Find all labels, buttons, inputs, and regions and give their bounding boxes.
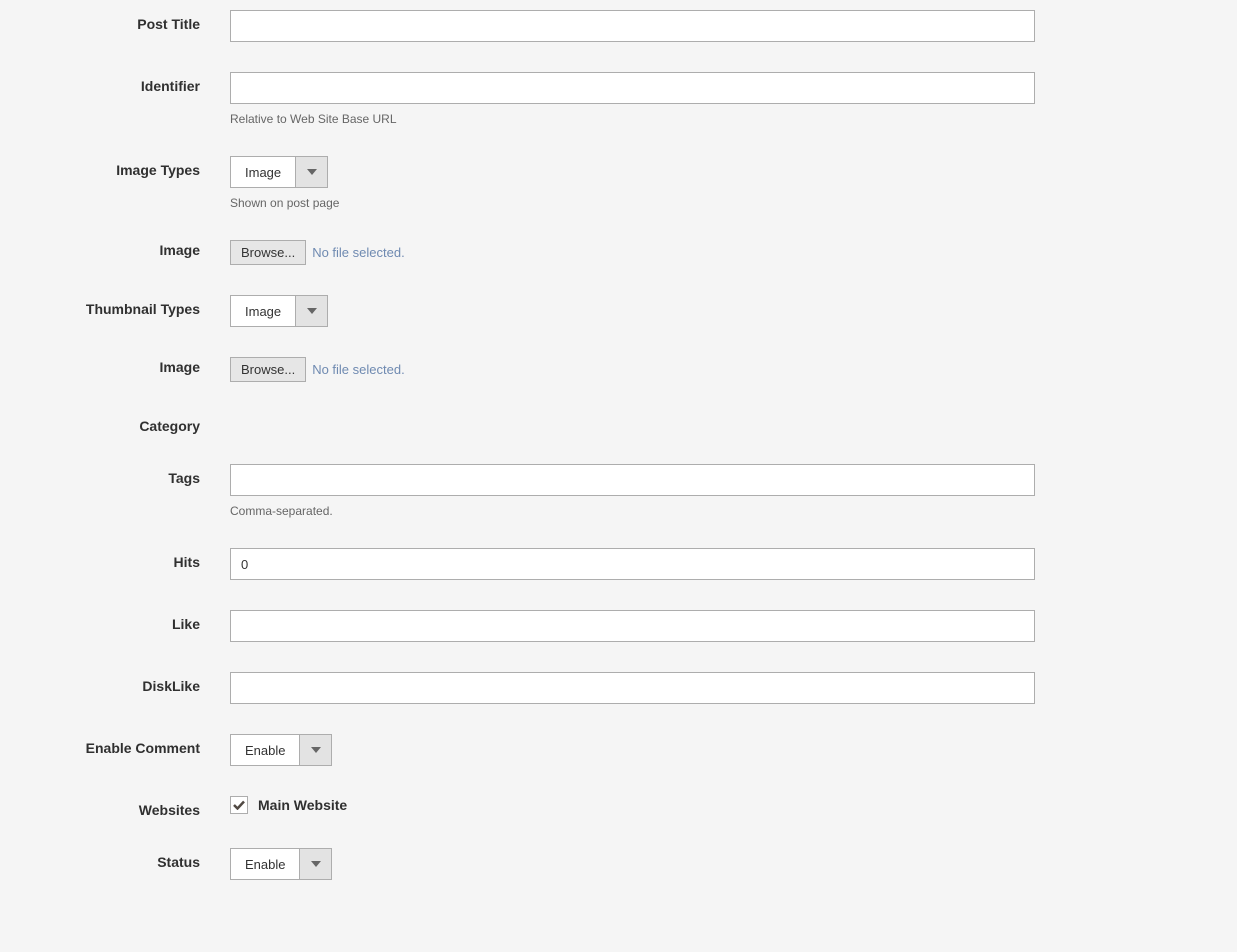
dislike-label: DiskLike (30, 672, 230, 694)
chevron-down-icon (295, 296, 327, 326)
tags-label: Tags (30, 464, 230, 486)
image-types-value: Image (231, 157, 295, 187)
thumbnail-browse-button[interactable]: Browse... (230, 357, 306, 382)
image-label: Image (30, 240, 230, 258)
thumbnail-types-value: Image (231, 296, 295, 326)
checkmark-icon (233, 800, 245, 810)
hits-label: Hits (30, 548, 230, 570)
like-input[interactable] (230, 610, 1035, 642)
tags-help: Comma-separated. (230, 504, 1035, 518)
thumbnail-file-status: No file selected. (312, 362, 405, 377)
category-label: Category (30, 412, 230, 434)
enable-comment-select[interactable]: Enable (230, 734, 332, 766)
post-title-input[interactable] (230, 10, 1035, 42)
image-browse-button[interactable]: Browse... (230, 240, 306, 265)
enable-comment-label: Enable Comment (30, 734, 230, 756)
thumbnail-types-label: Thumbnail Types (30, 295, 230, 317)
image-file-status: No file selected. (312, 245, 405, 260)
dislike-input[interactable] (230, 672, 1035, 704)
thumbnail-types-select[interactable]: Image (230, 295, 328, 327)
image-types-help: Shown on post page (230, 196, 1035, 210)
status-value: Enable (231, 849, 299, 879)
chevron-down-icon (299, 735, 331, 765)
hits-input[interactable] (230, 548, 1035, 580)
main-website-checkbox[interactable] (230, 796, 248, 814)
status-label: Status (30, 848, 230, 870)
thumbnail-image-label: Image (30, 357, 230, 375)
like-label: Like (30, 610, 230, 632)
enable-comment-value: Enable (231, 735, 299, 765)
post-title-label: Post Title (30, 10, 230, 32)
image-types-select[interactable]: Image (230, 156, 328, 188)
identifier-label: Identifier (30, 72, 230, 94)
chevron-down-icon (295, 157, 327, 187)
main-website-label: Main Website (258, 797, 347, 813)
chevron-down-icon (299, 849, 331, 879)
websites-label: Websites (30, 796, 230, 818)
status-select[interactable]: Enable (230, 848, 332, 880)
tags-input[interactable] (230, 464, 1035, 496)
identifier-input[interactable] (230, 72, 1035, 104)
identifier-help: Relative to Web Site Base URL (230, 112, 1035, 126)
image-types-label: Image Types (30, 156, 230, 178)
